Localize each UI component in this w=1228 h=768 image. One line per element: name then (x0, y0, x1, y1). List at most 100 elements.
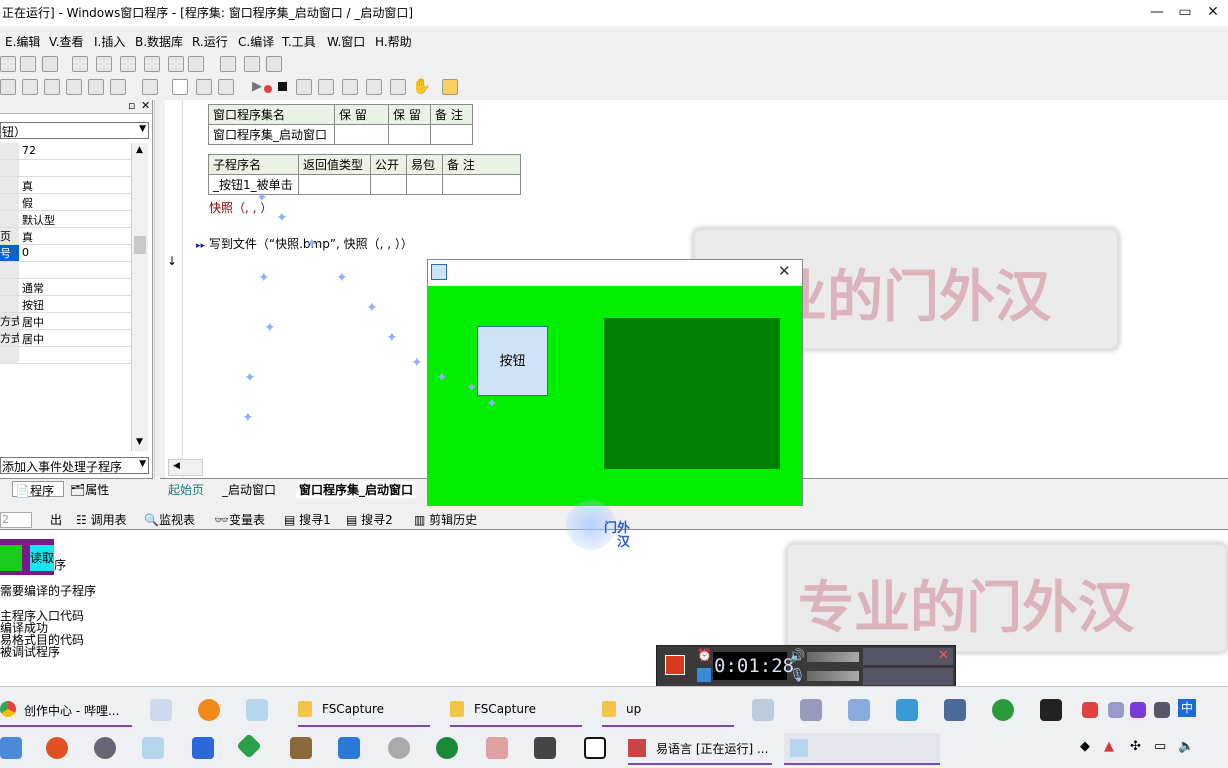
property-row[interactable]: 真 (0, 177, 131, 194)
tray-icon[interactable] (1082, 702, 1098, 718)
table-cell[interactable]: 窗口程序集_启动窗口 (208, 124, 335, 145)
recorder-controls-bottom[interactable] (863, 668, 953, 685)
cut-icon[interactable] (22, 79, 38, 95)
globe-icon[interactable] (436, 737, 458, 759)
table-cell[interactable] (334, 124, 389, 145)
find-icon[interactable] (142, 79, 158, 95)
app-icon[interactable] (94, 737, 116, 759)
restore-button[interactable]: ▭ (1172, 2, 1198, 22)
record-stop-button[interactable] (665, 655, 685, 675)
app-icon[interactable] (388, 737, 410, 759)
app-icon[interactable] (236, 733, 262, 759)
output-input[interactable]: 2 (0, 512, 32, 528)
run-to-cursor-icon[interactable] (390, 79, 406, 95)
align-right-icon[interactable] (42, 56, 58, 72)
menu-insert[interactable]: I.插入 (94, 33, 125, 50)
same-height-icon[interactable] (168, 56, 184, 72)
layout-2-icon[interactable] (196, 79, 212, 95)
h-space-icon[interactable] (220, 56, 236, 72)
tab-search-1[interactable]: ▤ 搜寻1 (284, 511, 331, 528)
app-icon[interactable] (0, 737, 22, 759)
speaker-volume-level[interactable] (807, 652, 859, 662)
tray-volume-icon[interactable]: 🔈 (1178, 739, 1194, 754)
menu-window[interactable]: W.窗口 (327, 33, 365, 50)
record-app-icon[interactable] (46, 737, 68, 759)
tray-warning-icon[interactable]: ▲ (1104, 739, 1114, 754)
app-close-button[interactable]: ✕ (778, 262, 791, 280)
tray-icon[interactable] (1108, 702, 1124, 718)
property-row[interactable]: 假 (0, 194, 131, 211)
layout-1-icon[interactable] (172, 79, 188, 95)
tab-startup-window[interactable]: _启动窗口 (222, 481, 276, 498)
minimize-button[interactable]: — (1144, 2, 1170, 22)
align-top-icon[interactable] (72, 56, 88, 72)
undo-icon[interactable] (110, 79, 126, 95)
copy-icon[interactable] (44, 79, 60, 95)
step-out-icon[interactable] (366, 79, 382, 95)
property-row[interactable] (0, 160, 131, 177)
pause-icon[interactable] (697, 668, 711, 682)
taskbar-item-fscapture-2[interactable]: FSCapture (450, 695, 582, 727)
app-icon[interactable] (752, 699, 774, 721)
tab-clip-history[interactable]: ▥ 剪辑历史 (414, 511, 477, 528)
taskbar-item-browser[interactable]: 创作中心 - 哔哩... (0, 695, 132, 727)
app-icon[interactable] (800, 699, 822, 721)
menu-edit[interactable]: E.编辑 (5, 33, 40, 50)
help-icon[interactable] (442, 79, 458, 95)
close-button[interactable]: ✕ (1200, 2, 1226, 22)
recorder-close-icon[interactable]: ✕ (938, 648, 949, 663)
property-row[interactable] (0, 262, 131, 279)
stop-icon[interactable] (278, 82, 287, 91)
property-row[interactable]: 页真 (0, 228, 131, 245)
tray-icon[interactable] (1130, 702, 1146, 718)
tray-icon[interactable] (1154, 702, 1170, 718)
ime-indicator[interactable]: 中 (1178, 699, 1196, 717)
easy-language-icon[interactable] (246, 699, 268, 721)
tab-search-2[interactable]: ▤ 搜寻2 (346, 511, 393, 528)
scroll-left-icon[interactable]: ◀ (173, 461, 180, 471)
v-space-icon[interactable] (244, 56, 260, 72)
globe-icon[interactable] (992, 699, 1014, 721)
taskbar-item-running-app[interactable] (784, 733, 940, 765)
taskbar-item-easy-language[interactable]: 易语言 [正在运行] ... (628, 733, 772, 765)
mic-volume-level[interactable] (807, 671, 859, 681)
tray-monitor-icon[interactable]: ▭ (1154, 739, 1166, 754)
menu-database[interactable]: B.数据库 (135, 33, 183, 50)
property-row[interactable]: 通常 (0, 279, 131, 296)
tab-window-assembly[interactable]: 窗口程序集_启动窗口 (296, 481, 417, 498)
property-row[interactable]: 按钮 (0, 296, 131, 313)
property-row-selected[interactable]: 号0 (0, 245, 131, 262)
redo-icon[interactable] (88, 79, 104, 95)
align-left-icon[interactable] (0, 56, 16, 72)
align-center-icon[interactable] (20, 56, 36, 72)
tab-program[interactable]: 📄程序 (12, 481, 64, 498)
app-icon[interactable] (338, 737, 360, 759)
7zip-icon[interactable] (584, 737, 606, 759)
easy-language-icon[interactable] (142, 737, 164, 759)
property-row[interactable]: 方式 居中 (0, 313, 131, 330)
tray-network-icon[interactable]: ◆ (1080, 739, 1090, 754)
paste-icon[interactable] (66, 79, 82, 95)
step-over-icon[interactable] (342, 79, 358, 95)
tab-properties[interactable]: 🗂属性 (70, 481, 132, 497)
component-combo[interactable]: 钮） ▼ (0, 122, 149, 139)
tab-call-table[interactable]: ☷ 调用表 (76, 511, 127, 528)
step-icon[interactable] (296, 79, 312, 95)
menu-view[interactable]: V.查看 (49, 33, 83, 50)
table-cell[interactable] (430, 124, 473, 145)
app-icon[interactable] (486, 737, 508, 759)
app-icon[interactable] (192, 737, 214, 759)
tab-start-page[interactable]: 起始页 (168, 481, 204, 498)
app-icon[interactable] (848, 699, 870, 721)
scroll-up-icon[interactable]: ▲ (136, 145, 143, 155)
app-icon[interactable] (150, 699, 172, 721)
calendar-icon[interactable] (534, 737, 556, 759)
search-app-icon[interactable] (198, 699, 220, 721)
property-scrollbar[interactable]: ▲ ▼ (131, 143, 148, 451)
property-row[interactable]: 默认型 (0, 211, 131, 228)
step-into-icon[interactable] (318, 79, 334, 95)
same-width-icon[interactable] (144, 56, 160, 72)
property-row[interactable]: 方式 居中 (0, 330, 131, 347)
layout-3-icon[interactable] (218, 79, 234, 95)
scroll-down-icon[interactable]: ▼ (136, 437, 143, 447)
